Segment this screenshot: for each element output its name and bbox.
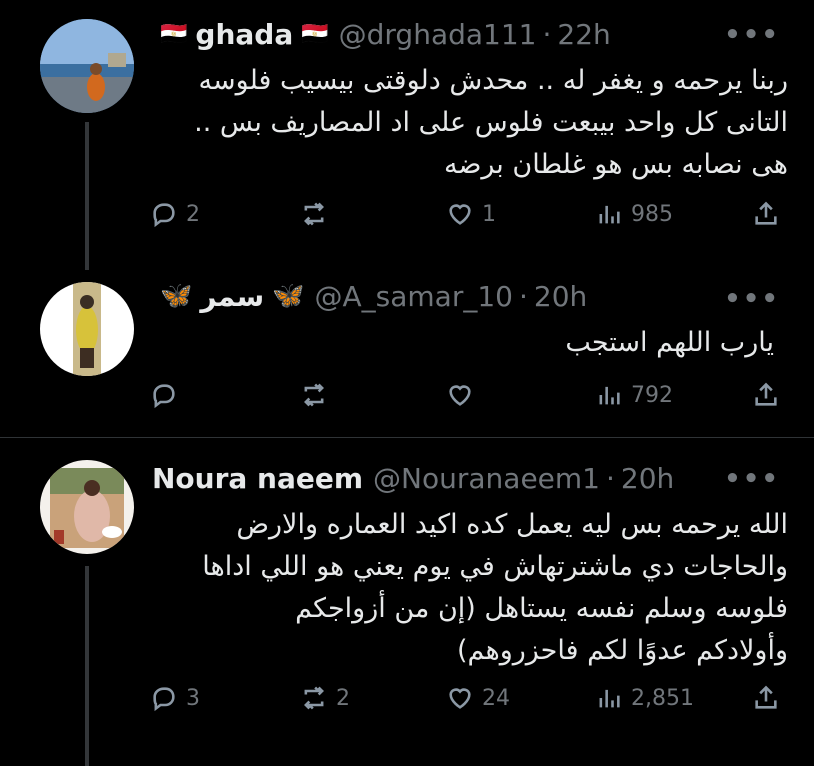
repost-icon: [304, 383, 324, 407]
tweet-noura[interactable]: Noura naeem @Nouranaeem1 · 20h ••• الله …: [0, 438, 814, 766]
display-name[interactable]: 🇪🇬 ghada 🇪🇬: [160, 18, 329, 51]
avatar-photo: [40, 460, 134, 554]
reply-button[interactable]: [150, 375, 186, 415]
reply-button[interactable]: 3: [150, 678, 200, 718]
action-bar: 792: [150, 375, 790, 415]
action-bar: 3 2 24 2,851: [150, 678, 790, 718]
separator-dot: ·: [542, 17, 552, 51]
like-button[interactable]: 24: [446, 678, 510, 718]
view-count: 985: [631, 201, 673, 227]
avatar-photo: [40, 19, 134, 113]
timestamp[interactable]: 20h: [621, 462, 674, 495]
avatar[interactable]: [40, 282, 134, 376]
repost-button[interactable]: [300, 194, 336, 234]
more-icon[interactable]: •••: [724, 464, 780, 494]
tweet-header: 🇪🇬 ghada 🇪🇬 @drghada111 · 22h: [160, 16, 754, 52]
like-count: 24: [482, 685, 510, 711]
like-icon: [449, 204, 471, 225]
reply-button[interactable]: 2: [150, 194, 200, 234]
views-icon: [599, 386, 620, 405]
display-name[interactable]: 🦋 سمر 🦋: [160, 280, 304, 313]
share-button[interactable]: [752, 375, 780, 415]
handle[interactable]: @drghada111: [339, 18, 537, 51]
like-button[interactable]: [446, 375, 482, 415]
views-icon: [599, 205, 620, 224]
egypt-flag-icon: 🇪🇬: [301, 21, 329, 47]
timestamp[interactable]: 22h: [557, 18, 610, 51]
more-icon[interactable]: •••: [724, 20, 780, 50]
reply-count: 3: [186, 685, 200, 711]
egypt-flag-icon: 🇪🇬: [160, 21, 188, 47]
tweet-text-line: ربنا يرحمه و يغفر له .. محدش دلوقتى بيسي…: [198, 65, 788, 96]
like-button[interactable]: 1: [446, 194, 496, 234]
tweet-ghada[interactable]: 🇪🇬 ghada 🇪🇬 @drghada111 · 22h ••• ربنا ي…: [0, 0, 814, 270]
tweet-text-line: والحاجات دي ماشترتهاش في يوم يعني هو الل…: [202, 551, 788, 582]
handle[interactable]: @A_samar_10: [314, 280, 512, 313]
tweet-text-line: يارب اللهم استجب: [565, 327, 774, 358]
repost-count: 2: [336, 685, 350, 711]
thread-line: [85, 566, 89, 766]
action-bar: 2 1 985: [150, 194, 790, 234]
reply-count: 2: [186, 201, 200, 227]
separator-dot: ·: [606, 461, 615, 495]
repost-icon: [304, 202, 324, 226]
repost-button[interactable]: 2: [300, 678, 350, 718]
tweet-text-line: وأولادكم عدوًا لكم فاحزروهم): [456, 635, 788, 666]
tweet-header: 🦋 سمر 🦋 @A_samar_10 · 20h: [160, 278, 754, 314]
views-button[interactable]: 792: [595, 375, 673, 415]
tweet-text-line: فلوسه وسلم نفسه يستاهل (إن من أزواجكم: [295, 593, 788, 624]
display-name-text: ghada: [195, 17, 294, 51]
like-icon: [449, 688, 471, 709]
views-button[interactable]: 2,851: [595, 678, 694, 718]
share-button[interactable]: [752, 678, 780, 718]
tweet-text: ربنا يرحمه و يغفر له .. محدش دلوقتى بيسي…: [150, 60, 788, 186]
avatar-photo: [40, 282, 134, 376]
repost-button[interactable]: [300, 375, 336, 415]
repost-icon: [304, 686, 324, 710]
handle[interactable]: @Nouranaeem1: [373, 462, 600, 495]
tweet-text: يارب اللهم استجب: [150, 322, 774, 364]
share-icon: [755, 201, 777, 225]
reply-icon: [153, 687, 175, 712]
display-name-text: سمر: [200, 279, 265, 313]
view-count: 792: [631, 382, 673, 408]
avatar[interactable]: [40, 460, 134, 554]
thread-line: [85, 122, 89, 270]
views-icon: [599, 689, 620, 708]
tweet-text-line: التانى كل واحد بيبعت فلوس على اد المصاري…: [194, 107, 788, 138]
like-icon: [449, 385, 471, 406]
views-button[interactable]: 985: [595, 194, 673, 234]
tweet-text-line: هى نصابه بس هو غلطان برضه: [444, 149, 788, 180]
tweet-header: Noura naeem @Nouranaeem1 · 20h: [152, 460, 754, 496]
reply-icon: [153, 384, 175, 409]
share-icon: [755, 382, 777, 406]
separator-dot: ·: [518, 279, 528, 313]
like-count: 1: [482, 201, 496, 227]
butterfly-icon: 🦋: [272, 281, 305, 311]
butterfly-icon: 🦋: [160, 281, 193, 311]
avatar[interactable]: [40, 19, 134, 113]
display-name[interactable]: Noura naeem: [152, 462, 363, 495]
reply-icon: [153, 203, 175, 228]
tweet-samar[interactable]: 🦋 سمر 🦋 @A_samar_10 · 20h ••• يارب اللهم…: [0, 270, 814, 435]
more-icon[interactable]: •••: [724, 284, 780, 314]
tweet-text-line: الله يرحمه بس ليه يعمل كده اكيد العماره …: [236, 509, 788, 540]
share-icon: [755, 685, 777, 709]
timestamp[interactable]: 20h: [534, 280, 587, 313]
tweet-text: الله يرحمه بس ليه يعمل كده اكيد العماره …: [150, 504, 788, 672]
view-count: 2,851: [631, 685, 694, 711]
share-button[interactable]: [752, 194, 780, 234]
